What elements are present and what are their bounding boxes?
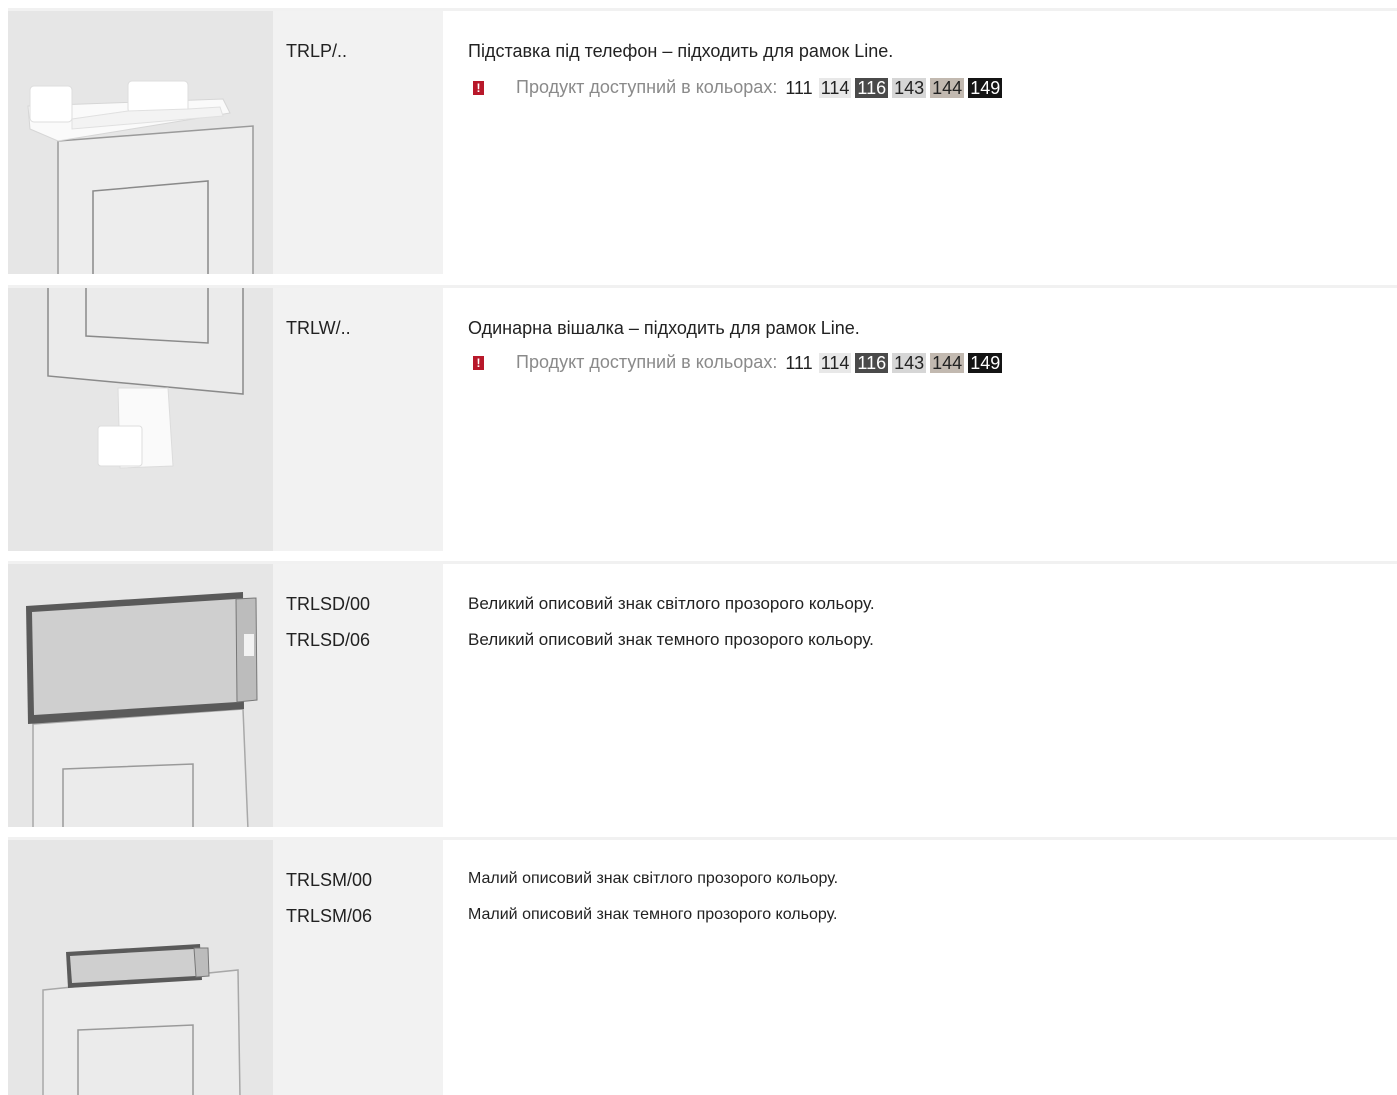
availability-label: Продукт доступний в кольорах: [516,352,778,372]
code-cell: TRLSM/00 TRLSM/06 [273,840,443,1095]
availability-line: ! Продукт доступний в кольорах: 111 114 … [473,77,1006,98]
code-cell: TRLP/.. [273,11,443,274]
color-swatch: 149 [968,77,1003,98]
warning-icon: ! [473,355,484,370]
color-swatch: 144 [930,77,965,98]
product-code: TRLP/.. [286,41,348,61]
color-swatch: 116 [855,77,889,98]
color-swatch: 114 [818,77,852,98]
phone-stand-illustration-icon [8,11,273,274]
availability-label: Продукт доступний в кольорах: [516,77,778,97]
color-swatch: 149 [968,352,1003,373]
product-description: Малий описовий знак темного прозорого ко… [468,906,838,923]
color-swatch: 114 [818,352,852,373]
product-code: TRLSD/06 [286,630,371,650]
color-swatch: 111 [783,352,815,373]
color-swatch: 144 [930,352,965,373]
product-row-trlp: TRLP/.. Підставка під телефон – підходит… [8,8,1397,274]
product-description: Одинарна вішалка – підходить для рамок L… [468,318,860,338]
large-label-illustration-icon [8,564,273,827]
product-code: TRLSD/00 [286,594,371,614]
product-row-trlsd: TRLSD/00 TRLSD/06 Великий описовий знак … [8,561,1397,827]
product-code: TRLSM/00 [286,870,373,890]
small-label-illustration-icon [8,840,273,1095]
code-cell: TRLSD/00 TRLSD/06 [273,564,443,827]
color-swatch: 116 [855,352,889,373]
product-description: Малий описовий знак світлого прозорого к… [468,870,839,887]
hook-illustration-icon [8,288,273,551]
product-description: Великий описовий знак темного прозорого … [468,630,874,649]
product-description: Великий описовий знак світлого прозорого… [468,594,875,613]
color-swatch: 143 [892,352,927,373]
code-cell: TRLW/.. [273,288,443,551]
product-row-trlw: TRLW/.. Одинарна вішалка – підходить для… [8,285,1397,551]
product-code: TRLSM/06 [286,906,373,926]
product-code: TRLW/.. [286,318,351,338]
availability-line: ! Продукт доступний в кольорах: 111 114 … [473,352,1006,373]
product-description: Підставка під телефон – підходить для ра… [468,41,894,61]
color-swatch: 111 [783,77,815,98]
color-swatch: 143 [892,77,927,98]
warning-icon: ! [473,80,484,95]
product-row-trlsm: TRLSM/00 TRLSM/06 Малий описовий знак св… [8,837,1397,1095]
